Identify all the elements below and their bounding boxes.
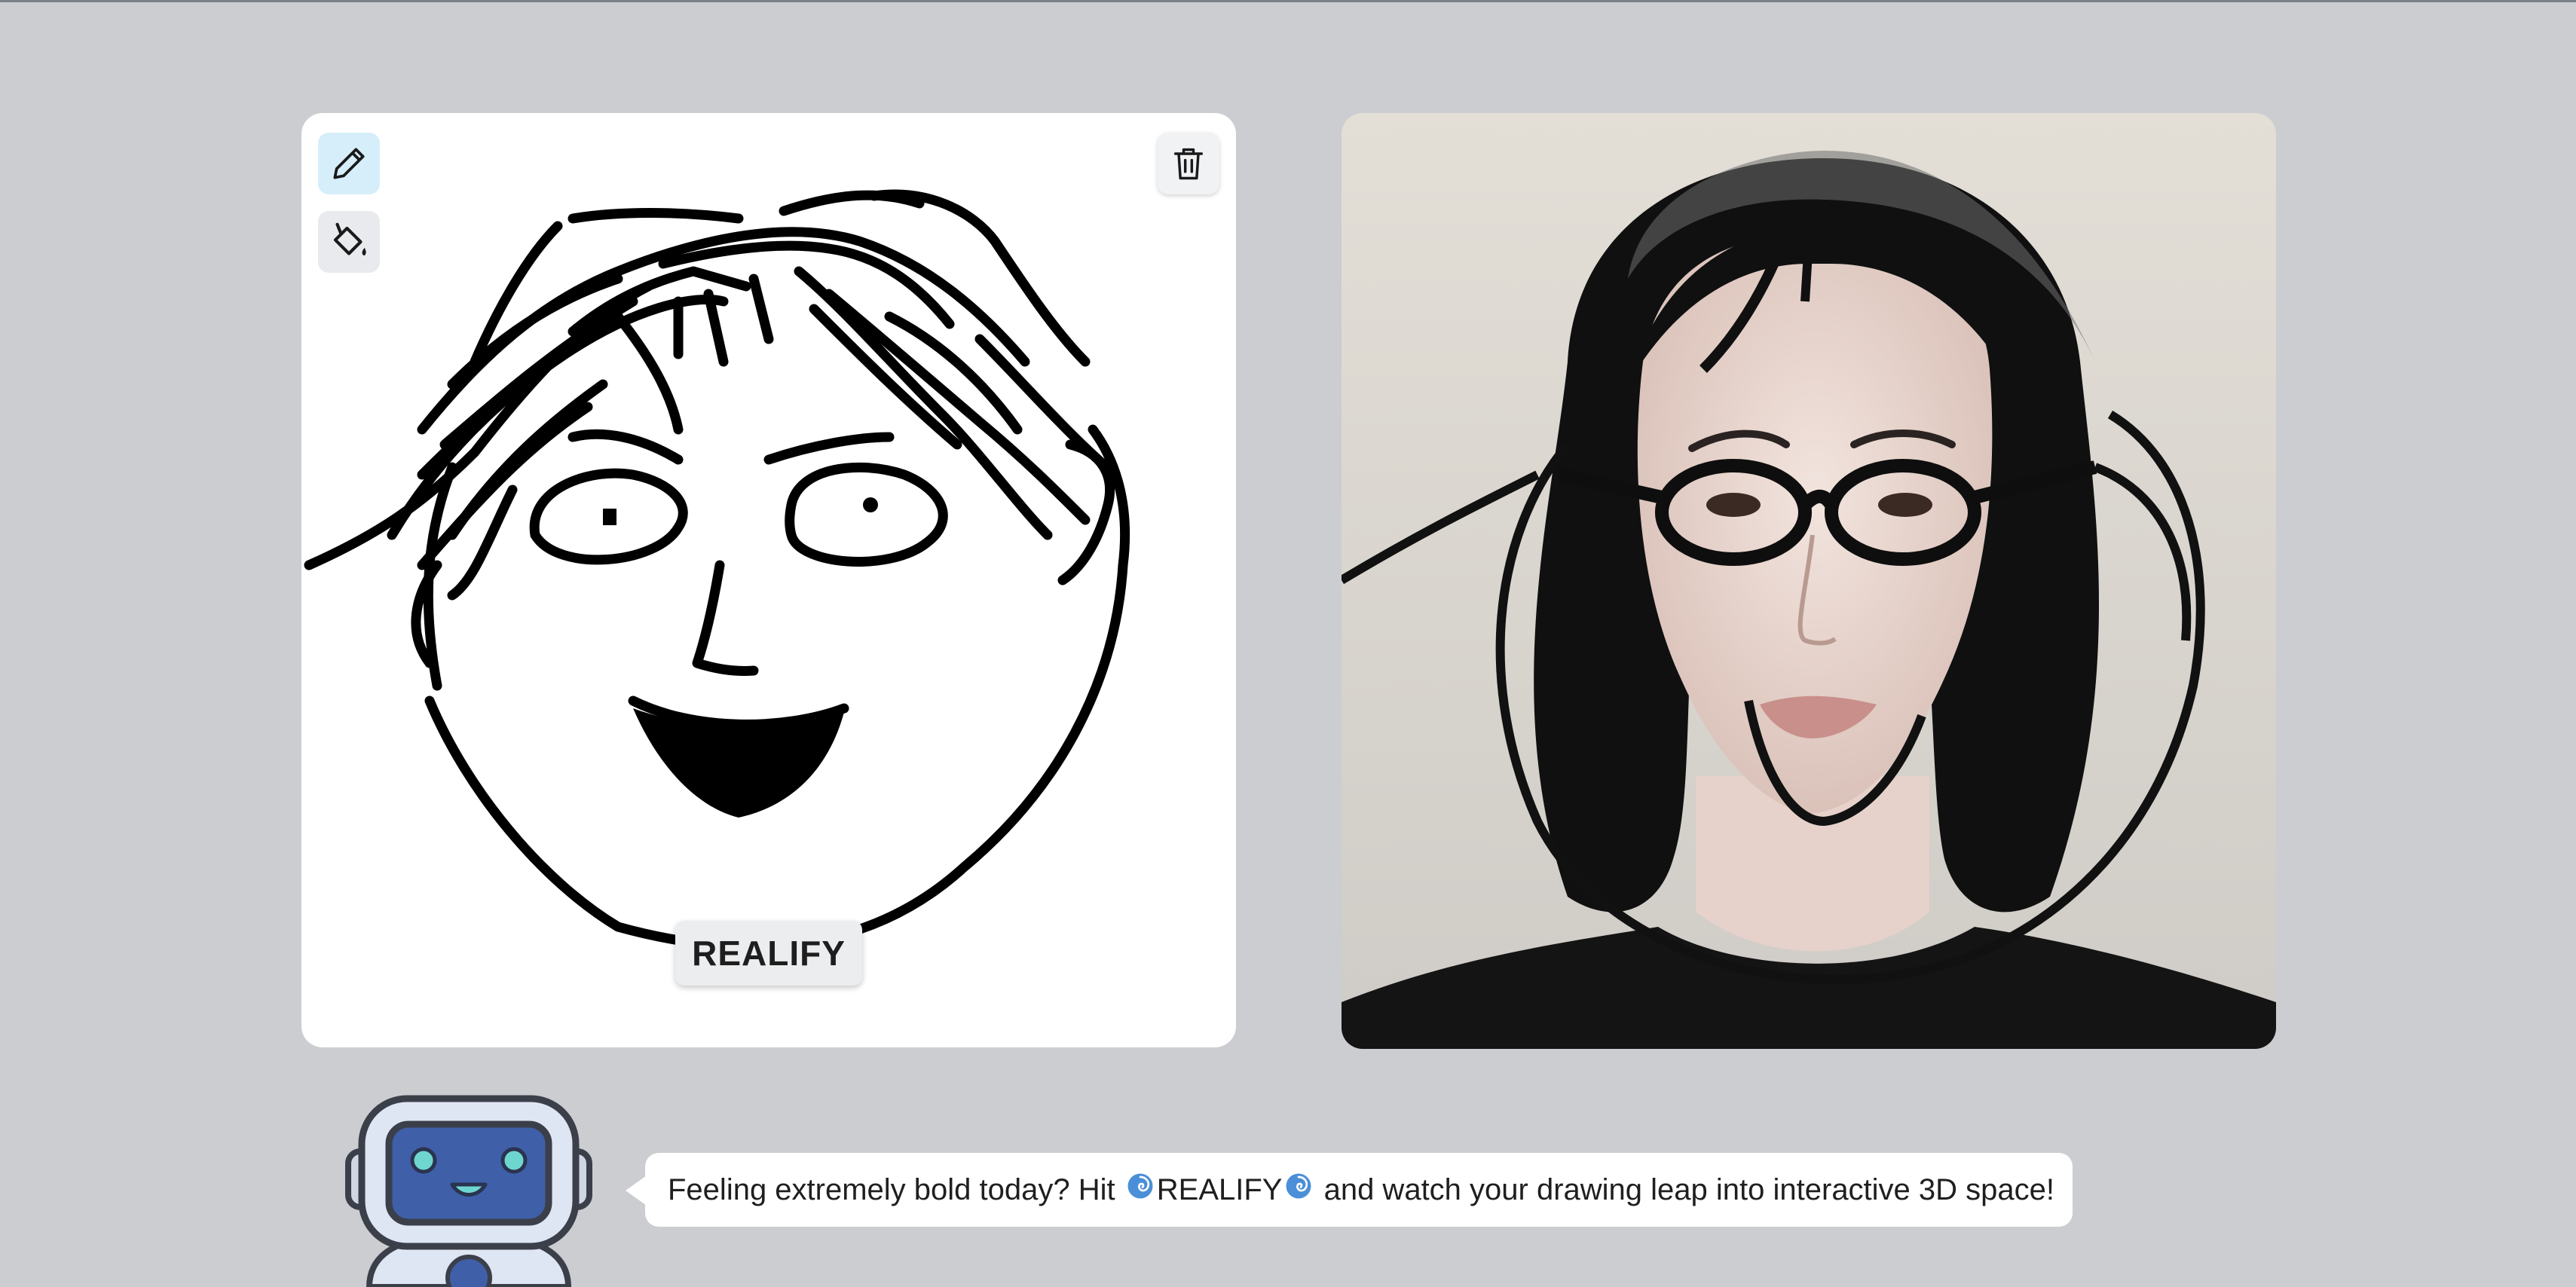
speech-bubble-tail: [626, 1175, 647, 1206]
message-keyword: REALIFY: [1156, 1172, 1283, 1206]
generated-image: [1342, 113, 2276, 1049]
message-text-after: and watch your drawing leap into interac…: [1315, 1172, 2055, 1206]
paint-bucket-icon: [333, 222, 366, 256]
drawing-canvas[interactable]: REALIFY: [301, 113, 1236, 1047]
pencil-tool-button[interactable]: [318, 133, 380, 194]
trash-icon: [1173, 148, 1204, 180]
cyclone-icon: [1285, 1172, 1312, 1207]
assistant-avatar: [339, 1091, 598, 1287]
face-sketch: [304, 189, 1130, 952]
robot-icon: [345, 1095, 592, 1287]
portrait-illustration: [1342, 113, 2276, 1049]
assistant-message: Feeling extremely bold today? Hit REALIF…: [645, 1153, 2073, 1227]
pencil-icon: [333, 148, 365, 179]
message-text-before: Feeling extremely bold today? Hit: [668, 1172, 1124, 1206]
clear-canvas-button[interactable]: [1158, 133, 1219, 194]
realify-button[interactable]: REALIFY: [675, 921, 862, 986]
window-top-border: [0, 0, 2576, 2]
cyclone-icon: [1127, 1172, 1154, 1207]
fill-tool-button[interactable]: [318, 211, 380, 273]
